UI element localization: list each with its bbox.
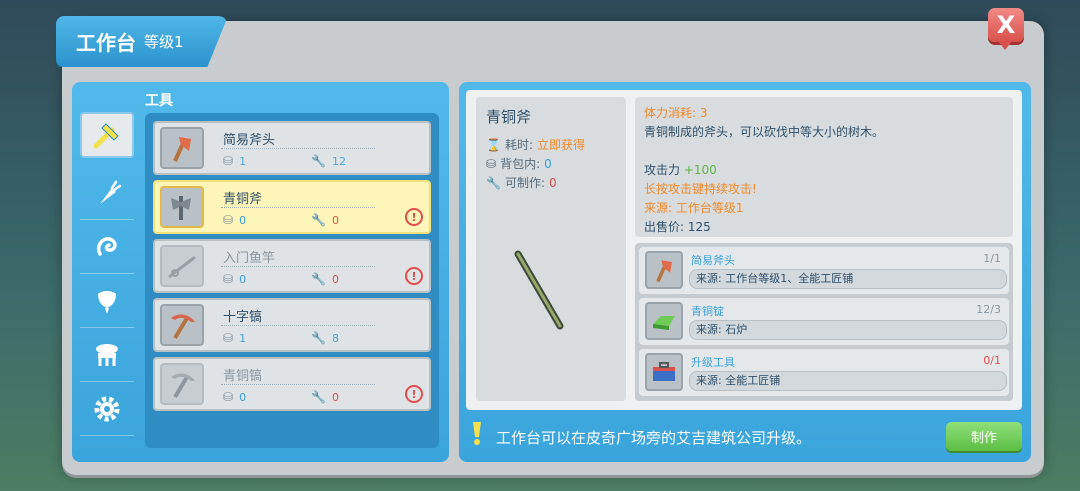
backpack-icon: ⛁ bbox=[223, 331, 234, 345]
bag-count: 1 bbox=[239, 154, 247, 168]
hourglass-icon: ⌛ bbox=[486, 137, 501, 152]
recipe-name: 青铜斧 bbox=[223, 192, 263, 207]
backpack-icon: ⛁ bbox=[223, 213, 234, 227]
craft-count: 0 bbox=[331, 390, 339, 404]
warning-icon: ! bbox=[405, 385, 423, 403]
category-tab-settings[interactable] bbox=[80, 382, 134, 436]
fishing-rod-icon bbox=[160, 245, 204, 287]
material-row[interactable]: 青铜锭 12/3 来源: 石炉 bbox=[639, 298, 1009, 345]
bag-value: 0 bbox=[544, 156, 552, 171]
sell-price: 出售价: 125 bbox=[644, 220, 711, 234]
recipe-item[interactable]: 十字镐 ⛁ 1 🔧 8 bbox=[153, 298, 431, 352]
backpack-icon: ⛁ bbox=[486, 156, 497, 171]
pickaxe-icon bbox=[160, 304, 204, 346]
bronze-ingot-icon bbox=[645, 302, 683, 340]
title-tab: 工作台 等级1 bbox=[56, 16, 228, 67]
material-row[interactable]: 简易斧头 1/1 来源: 工作台等级1、全能工匠铺 bbox=[639, 247, 1009, 294]
warning-icon: ! bbox=[405, 208, 423, 226]
craft-label: 可制作: bbox=[504, 176, 545, 190]
wrench-icon: 🔧 bbox=[311, 272, 326, 286]
window-title: 工作台 bbox=[76, 31, 136, 55]
wrench-icon: 🔧 bbox=[486, 175, 501, 190]
category-tab-food[interactable] bbox=[80, 166, 134, 220]
bag-count: 0 bbox=[239, 390, 247, 404]
recipe-list: 简易斧头 ⛁ 1 🔧 12 青铜斧 ⛁ 0 🔧 0 ! 入门鱼竿 ⛁ 0 🔧 0 ! 十字镐… bbox=[145, 113, 439, 448]
recipe-name: 简易斧头 bbox=[223, 133, 276, 148]
carrot-icon bbox=[100, 180, 122, 204]
bronze-axe-icon bbox=[160, 186, 204, 228]
recipe-item[interactable]: 青铜镐 ⛁ 0 🔧 0 ! bbox=[153, 357, 431, 411]
wrench-icon: 🔧 bbox=[311, 390, 326, 404]
backpack-icon: ⛁ bbox=[223, 390, 234, 404]
material-source: 来源: 石炉 bbox=[689, 320, 1007, 340]
craft-count: 8 bbox=[331, 331, 339, 345]
wrench-icon: 🔧 bbox=[311, 331, 326, 345]
category-tab-decor[interactable] bbox=[80, 274, 134, 328]
exclamation-icon bbox=[473, 422, 481, 445]
attack-value: +100 bbox=[683, 163, 717, 177]
bronze-axe-preview bbox=[514, 250, 564, 330]
material-source: 来源: 工作台等级1、全能工匠铺 bbox=[689, 269, 1007, 289]
material-count: 12/3 bbox=[976, 303, 1001, 316]
material-count: 1/1 bbox=[983, 252, 1001, 265]
toolbox-icon bbox=[645, 353, 683, 391]
recipe-name: 入门鱼竿 bbox=[223, 251, 276, 266]
category-tabs bbox=[80, 112, 136, 446]
recipe-item[interactable]: 简易斧头 ⛁ 1 🔧 12 bbox=[153, 121, 431, 175]
bag-count: 0 bbox=[239, 213, 247, 227]
recipe-item-selected[interactable]: 青铜斧 ⛁ 0 🔧 0 ! bbox=[153, 180, 431, 234]
item-title: 青铜斧 bbox=[486, 108, 532, 126]
upgrade-hint: 工作台可以在皮奇广场旁的艾吉建筑公司升级。 bbox=[496, 429, 812, 447]
spiral-icon bbox=[96, 236, 117, 256]
material-name: 青铜锭 bbox=[691, 305, 724, 318]
stamina-cost: 体力消耗: 3 bbox=[644, 106, 708, 120]
bag-count: 1 bbox=[239, 331, 247, 345]
materials-list: 简易斧头 1/1 来源: 工作台等级1、全能工匠铺 青铜锭 12/3 来源: 石… bbox=[635, 243, 1013, 401]
shield-icon bbox=[98, 290, 116, 314]
gear-icon bbox=[94, 396, 120, 421]
material-name: 简易斧头 bbox=[691, 254, 735, 267]
material-count: 0/1 bbox=[983, 354, 1001, 367]
axe-icon bbox=[160, 127, 204, 169]
close-button[interactable]: X bbox=[988, 8, 1024, 50]
backpack-icon: ⛁ bbox=[223, 154, 234, 168]
recipe-name: 青铜镐 bbox=[223, 369, 263, 384]
material-source: 来源: 全能工匠铺 bbox=[689, 371, 1007, 391]
bronze-pickaxe-icon bbox=[160, 363, 204, 405]
attack-label: 攻击力 bbox=[644, 163, 681, 177]
wrench-icon: 🔧 bbox=[311, 154, 326, 168]
item-source: 来源: 工作台等级1 bbox=[644, 201, 744, 215]
material-row[interactable]: 升级工具 0/1 来源: 全能工匠铺 bbox=[639, 349, 1009, 396]
recipe-name: 十字镐 bbox=[223, 310, 263, 325]
category-tab-tools[interactable] bbox=[80, 112, 134, 158]
item-description: 体力消耗: 3 青铜制成的斧头，可以砍伐中等大小的树木。 攻击力 +100 长按… bbox=[635, 97, 1013, 237]
backpack-icon: ⛁ bbox=[223, 272, 234, 286]
recipe-item[interactable]: 入门鱼竿 ⛁ 0 🔧 0 ! bbox=[153, 239, 431, 293]
craft-button[interactable]: 制作 bbox=[946, 422, 1022, 451]
warning-icon: ! bbox=[405, 267, 423, 285]
workbench-level: 等级1 bbox=[144, 33, 184, 51]
bag-label: 背包内: bbox=[500, 157, 541, 171]
time-label: 耗时: bbox=[504, 138, 533, 152]
category-tab-misc[interactable] bbox=[80, 220, 134, 274]
bag-count: 0 bbox=[239, 272, 247, 286]
axe-icon bbox=[645, 251, 683, 289]
wrench-icon: 🔧 bbox=[311, 213, 326, 227]
craft-count: 0 bbox=[331, 213, 339, 227]
hold-tip: 长按攻击键持续攻击! bbox=[644, 182, 757, 196]
material-name: 升级工具 bbox=[691, 356, 735, 369]
section-label: 工具 bbox=[145, 93, 173, 109]
craft-value: 0 bbox=[549, 175, 557, 190]
furniture-icon bbox=[96, 343, 118, 366]
description-text: 青铜制成的斧头，可以砍伐中等大小的树木。 bbox=[644, 125, 885, 139]
time-value: 立即获得 bbox=[537, 138, 586, 152]
craft-count: 12 bbox=[331, 154, 346, 168]
category-tab-furniture[interactable] bbox=[80, 328, 134, 382]
tool-icon bbox=[93, 123, 119, 149]
craft-count: 0 bbox=[331, 272, 339, 286]
